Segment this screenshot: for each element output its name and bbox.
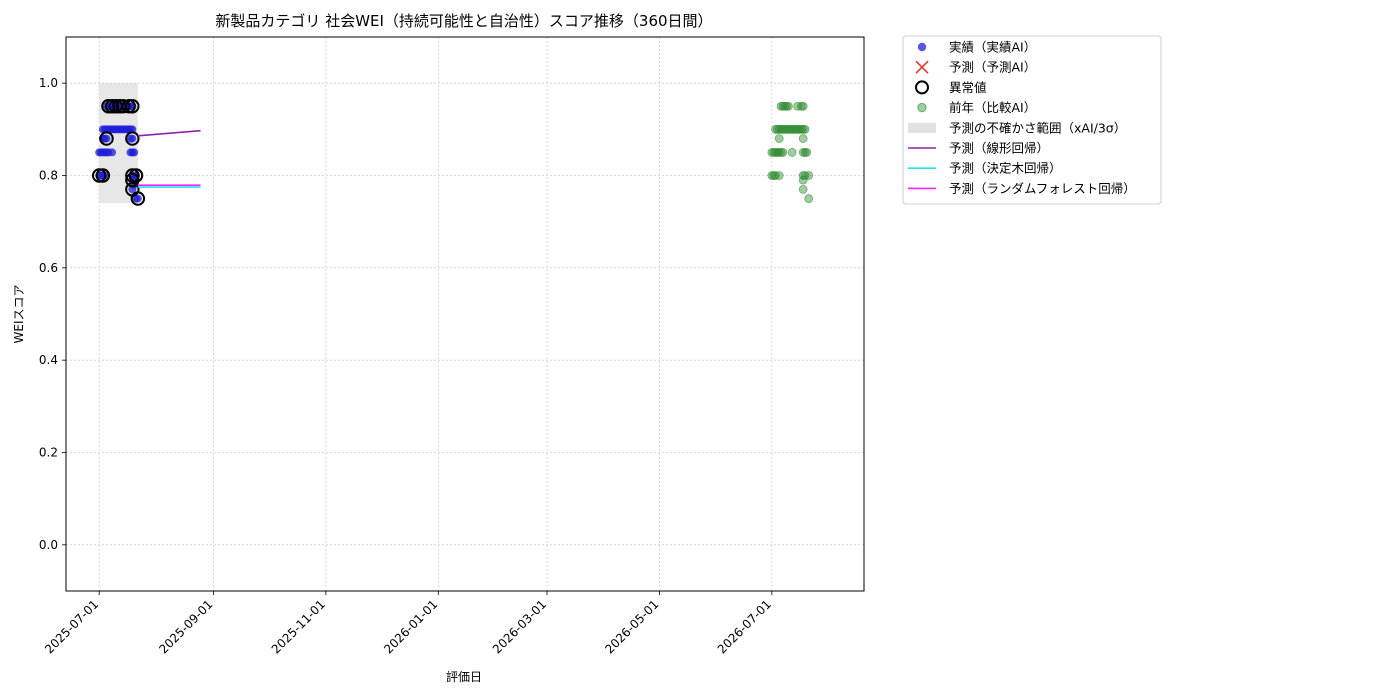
- y-tick-label: 0.0: [39, 538, 58, 552]
- actual-point: [130, 148, 139, 157]
- y-tick-label: 1.0: [39, 76, 58, 90]
- legend-label-linear: 予測（線形回帰）: [949, 141, 1049, 156]
- x-tick-label: 2025-11-01: [269, 597, 328, 656]
- x-tick-label: 2025-07-01: [42, 597, 101, 656]
- previous-year-point: [798, 184, 808, 194]
- previous-year-point: [798, 101, 808, 111]
- previous-year-point: [784, 101, 793, 111]
- y-tick-label: 0.2: [39, 446, 58, 460]
- previous-year-point: [778, 148, 788, 157]
- legend-label-uncertainty: 予測の不確かさ範囲（xAI/3σ）: [949, 120, 1126, 135]
- legend-label-anomaly: 異常値: [949, 80, 987, 95]
- y-tick-label: 0.8: [39, 169, 58, 183]
- actual-point: [102, 134, 111, 143]
- previous-year-point: [774, 171, 784, 180]
- legend-label-predicted: 予測（予測AI）: [949, 60, 1036, 75]
- x-tick-label: 2025-09-01: [156, 597, 215, 656]
- previous-year-point: [798, 134, 808, 143]
- previous-year-point: [800, 124, 810, 134]
- legend: 実績（実績AI） 予測（予測AI） 異常値前年（比較AI） 予測の不確かさ範囲（xAI…: [902, 35, 1162, 205]
- actual-point: [108, 148, 117, 157]
- chart-title: 新製品カテゴリ 社会WEI（持続可能性と自治性）スコア推移（360日間）: [215, 12, 712, 30]
- x-tick-label: 2026-01-01: [381, 597, 440, 656]
- plot-background: [66, 37, 864, 591]
- x-tick-label: 2026-07-01: [715, 597, 774, 656]
- x-tick-label: 2026-03-01: [490, 597, 549, 656]
- legend-marker-uncertainty: [908, 122, 936, 133]
- legend-label-forest: 予測（ランダムフォレスト回帰）: [949, 181, 1136, 196]
- previous-year-point: [804, 194, 814, 203]
- wei-score-chart: 新製品カテゴリ 社会WEI（持続可能性と自治性）スコア推移（360日間） 202…: [12, 12, 1162, 684]
- actual-point: [128, 134, 137, 143]
- legend-label-previous_year: 前年（比較AI）: [949, 100, 1036, 115]
- previous-year-point: [798, 175, 808, 185]
- previous-year-point: [802, 148, 812, 157]
- previous-year-point: [774, 134, 784, 143]
- plot-area: 2025-07-01 2025-09-01 2025-11-01 2026-01-01…: [39, 36, 865, 656]
- y-tick-label: 0.4: [39, 353, 58, 367]
- previous-year-point: [787, 148, 797, 157]
- legend-label-actual: 実績（実績AI）: [949, 40, 1036, 55]
- legend-marker-actual: [917, 42, 927, 52]
- y-axis-label: WEIスコア: [12, 285, 26, 344]
- y-tick-label: 0.6: [39, 261, 58, 275]
- legend-marker-previous_year: [917, 102, 927, 113]
- x-axis-label: 評価日: [446, 669, 482, 684]
- legend-label-tree: 予測（決定木回帰）: [949, 161, 1062, 176]
- x-tick-label: 2026-05-01: [602, 597, 661, 656]
